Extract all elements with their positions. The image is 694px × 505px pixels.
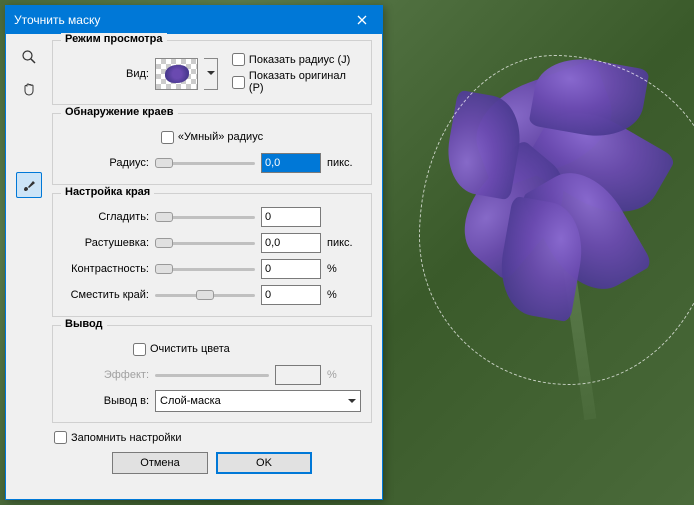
effect-label: Эффект: bbox=[63, 369, 149, 381]
decontaminate-checkbox[interactable]: Очистить цвета bbox=[133, 343, 230, 356]
output-group: Вывод Очистить цвета Эффект: % Вывод в: bbox=[52, 325, 372, 423]
smooth-label: Сгладить: bbox=[63, 211, 149, 223]
contrast-unit: % bbox=[327, 263, 361, 275]
cancel-button[interactable]: Отмена bbox=[112, 452, 208, 474]
smart-radius-checkbox[interactable]: «Умный» радиус bbox=[161, 131, 263, 144]
output-to-label: Вывод в: bbox=[63, 395, 149, 407]
brush-icon bbox=[21, 177, 37, 193]
edge-detection-group: Обнаружение краев «Умный» радиус Радиус:… bbox=[52, 113, 372, 185]
shift-edge-input[interactable] bbox=[261, 285, 321, 305]
adjust-edge-group: Настройка края Сгладить: Растушевка: пик… bbox=[52, 193, 372, 317]
hand-icon bbox=[21, 81, 37, 97]
hand-tool[interactable] bbox=[16, 76, 42, 102]
contrast-slider[interactable] bbox=[155, 261, 255, 277]
view-mode-legend: Режим просмотра bbox=[61, 33, 167, 45]
close-icon bbox=[357, 15, 367, 25]
view-label: Вид: bbox=[63, 68, 149, 80]
feather-label: Растушевка: bbox=[63, 237, 149, 249]
view-thumbnail[interactable] bbox=[155, 58, 198, 90]
radius-slider[interactable] bbox=[155, 155, 255, 171]
flower-image bbox=[374, 20, 694, 420]
feather-slider[interactable] bbox=[155, 235, 255, 251]
shift-edge-slider[interactable] bbox=[155, 287, 255, 303]
refine-brush-tool[interactable] bbox=[16, 172, 42, 198]
ok-button[interactable]: OK bbox=[216, 452, 312, 474]
view-dropdown[interactable] bbox=[204, 58, 218, 90]
titlebar[interactable]: Уточнить маску bbox=[6, 6, 382, 34]
shift-edge-unit: % bbox=[327, 289, 361, 301]
remember-settings-checkbox[interactable]: Запомнить настройки bbox=[54, 431, 372, 444]
tool-strip bbox=[16, 40, 44, 474]
effect-unit: % bbox=[327, 369, 361, 381]
contrast-label: Контрастность: bbox=[63, 263, 149, 275]
close-button[interactable] bbox=[342, 6, 382, 34]
effect-input bbox=[275, 365, 321, 385]
feather-unit: пикс. bbox=[327, 237, 361, 249]
refine-mask-dialog: Уточнить маску Режим просмотра Вид: bbox=[5, 5, 383, 500]
shift-edge-label: Сместить край: bbox=[63, 289, 149, 301]
contrast-input[interactable] bbox=[261, 259, 321, 279]
zoom-tool[interactable] bbox=[16, 44, 42, 70]
smooth-slider[interactable] bbox=[155, 209, 255, 225]
dialog-title: Уточнить маску bbox=[14, 13, 100, 27]
show-radius-checkbox[interactable]: Показать радиус (J) bbox=[232, 53, 361, 66]
show-original-checkbox[interactable]: Показать оригинал (P) bbox=[232, 70, 361, 94]
radius-label: Радиус: bbox=[63, 157, 149, 169]
chevron-down-icon bbox=[207, 71, 215, 76]
adjust-edge-legend: Настройка края bbox=[61, 186, 154, 198]
output-legend: Вывод bbox=[61, 318, 107, 330]
output-to-select[interactable]: Слой-маска bbox=[155, 390, 361, 412]
radius-input[interactable] bbox=[261, 153, 321, 173]
selection-marquee bbox=[419, 55, 694, 385]
feather-input[interactable] bbox=[261, 233, 321, 253]
radius-unit: пикс. bbox=[327, 157, 361, 169]
magnifier-icon bbox=[21, 49, 37, 65]
effect-slider bbox=[155, 367, 269, 383]
edge-detection-legend: Обнаружение краев bbox=[61, 106, 178, 118]
smooth-input[interactable] bbox=[261, 207, 321, 227]
view-mode-group: Режим просмотра Вид: Показать радиус (J) bbox=[52, 40, 372, 105]
chevron-down-icon bbox=[348, 399, 356, 404]
